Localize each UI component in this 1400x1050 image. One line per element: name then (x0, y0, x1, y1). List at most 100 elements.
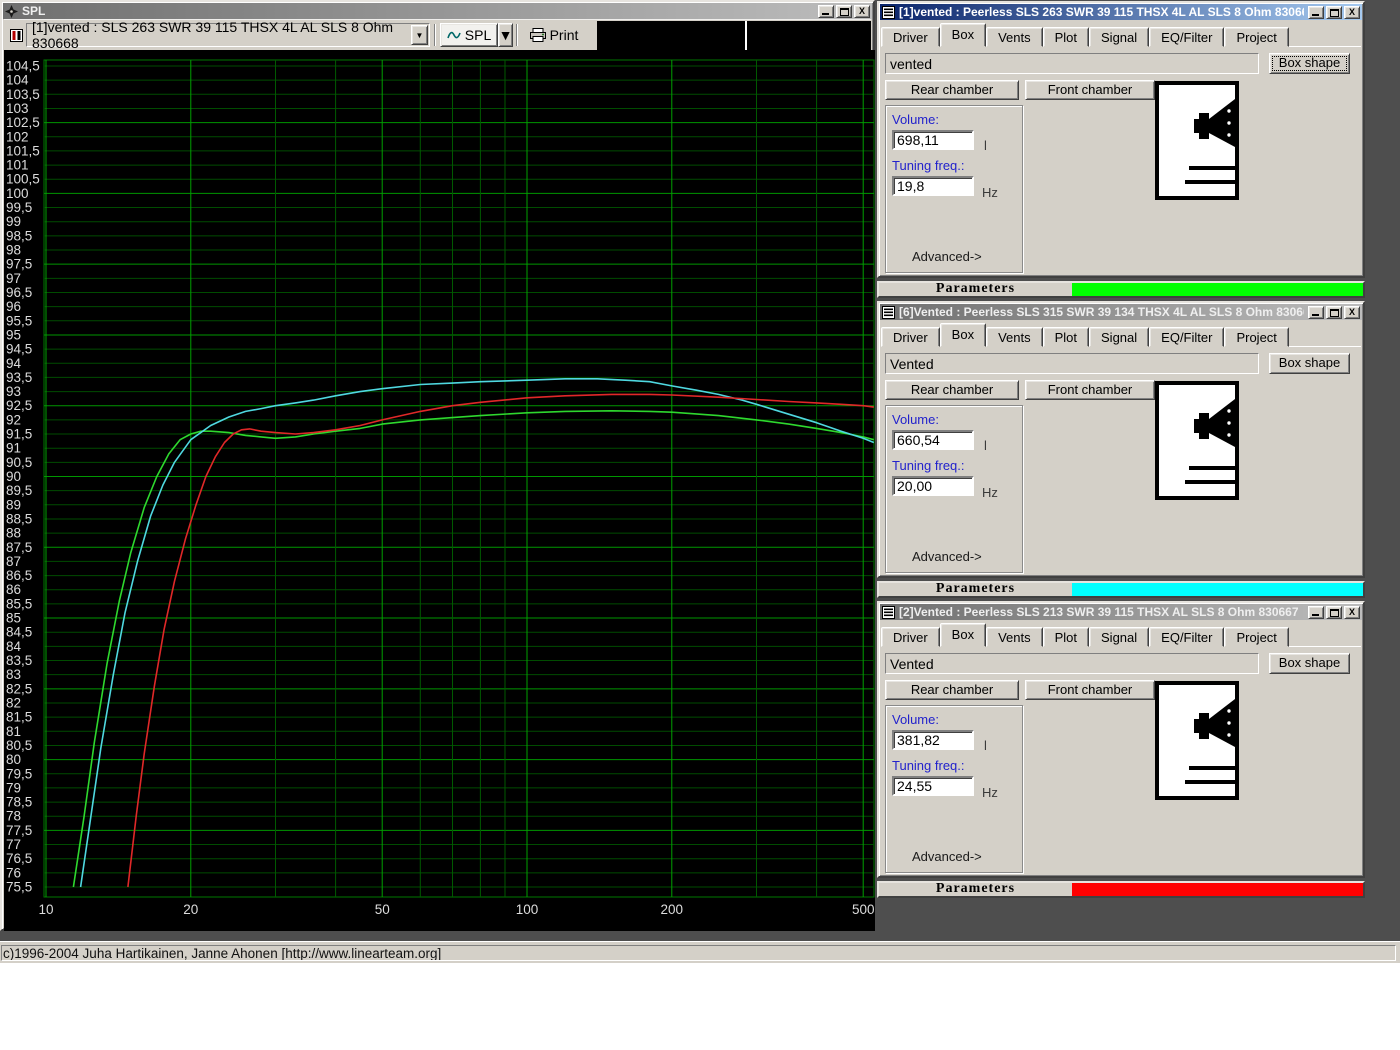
rear-chamber-tab[interactable]: Rear chamber (885, 380, 1019, 400)
minimize-icon[interactable] (1308, 305, 1324, 319)
tuning-freq-unit: Hz (982, 785, 998, 800)
close-icon[interactable]: X (854, 4, 870, 18)
svg-text:86,5: 86,5 (6, 568, 32, 583)
svg-text:88: 88 (6, 526, 21, 541)
front-chamber-tab[interactable]: Front chamber (1025, 380, 1155, 400)
svg-text:100: 100 (6, 186, 29, 201)
svg-text:90: 90 (6, 469, 21, 484)
svg-text:104: 104 (6, 73, 29, 88)
minimize-icon[interactable] (1308, 5, 1324, 19)
advanced-link[interactable]: Advanced-> (912, 249, 982, 264)
svg-text:95,5: 95,5 (6, 313, 32, 328)
tuning-freq-field[interactable] (892, 776, 974, 796)
volume-unit: l (984, 738, 987, 753)
svg-text:92: 92 (6, 412, 21, 427)
tab-eq-filter[interactable]: EQ/Filter (1149, 327, 1225, 347)
project-window-icon (882, 305, 895, 319)
volume-field[interactable] (892, 430, 974, 450)
project2-parameters-row[interactable]: Parameters (877, 581, 1365, 598)
chamber-parameters-group: Volume: l Tuning freq.: Hz Advanced-> (885, 705, 1023, 873)
project-window-3: [2]Vented : Peerless SLS 213 SWR 39 115 … (877, 601, 1365, 878)
spl-window-icon (5, 4, 18, 18)
spl-plot-type-button[interactable]: SPL (440, 23, 498, 47)
spl-plot-area: 104,5 104 103,5 103 102,5 102 101,5 101 100,5 100… (4, 50, 875, 931)
box-type-dropdown[interactable]: Vented (885, 353, 1259, 374)
tuning-freq-unit: Hz (982, 185, 998, 200)
close-icon[interactable]: X (1344, 5, 1360, 19)
spl-titlebar[interactable]: SPL X (3, 3, 872, 19)
rear-chamber-tab[interactable]: Rear chamber (885, 680, 1019, 700)
chevron-down-icon[interactable]: ▼ (411, 25, 428, 45)
svg-text:97,5: 97,5 (6, 257, 32, 272)
print-button[interactable]: Print (522, 23, 586, 47)
minimize-icon[interactable] (818, 4, 834, 18)
advanced-link[interactable]: Advanced-> (912, 849, 982, 864)
project-selector-dropdown[interactable]: [1]vented : SLS 263 SWR 39 115 THSX 4L A… (26, 19, 430, 51)
tab-driver[interactable]: Driver (881, 627, 940, 647)
svg-text:93: 93 (6, 384, 21, 399)
box-shape-button[interactable]: Box shape (1269, 53, 1350, 74)
tab-project[interactable]: Project (1224, 327, 1289, 347)
status-bar: c)1996-2004 Juha Hartikainen, Janne Ahon… (0, 941, 1400, 963)
project-window-2: [6]Vented : Peerless SLS 315 SWR 39 134 … (877, 301, 1365, 578)
rear-chamber-tab[interactable]: Rear chamber (885, 80, 1019, 100)
spl-plot-type-arrow[interactable]: ▼ (498, 23, 513, 47)
project3-parameters-row[interactable]: Parameters (877, 881, 1365, 898)
tab-driver[interactable]: Driver (881, 27, 940, 47)
svg-text:10: 10 (38, 902, 53, 917)
box-type-dropdown[interactable]: vented (885, 53, 1259, 74)
tab-signal[interactable]: Signal (1089, 327, 1150, 347)
project1-titlebar[interactable]: [1]vented : Peerless SLS 263 SWR 39 115 … (880, 4, 1362, 20)
restore-icon[interactable] (1326, 305, 1342, 319)
svg-text:91: 91 (6, 441, 21, 456)
tab-box[interactable]: Box (939, 623, 987, 647)
tab-box[interactable]: Box (939, 23, 987, 47)
tab-vents[interactable]: Vents (986, 627, 1043, 647)
advanced-link[interactable]: Advanced-> (912, 549, 982, 564)
tab-plot[interactable]: Plot (1042, 327, 1090, 347)
tab-plot[interactable]: Plot (1042, 27, 1090, 47)
volume-field[interactable] (892, 730, 974, 750)
tab-driver[interactable]: Driver (881, 327, 940, 347)
close-icon[interactable]: X (1344, 605, 1360, 619)
front-chamber-tab[interactable]: Front chamber (1025, 680, 1155, 700)
project1-parameters-row[interactable]: Parameters (877, 281, 1365, 298)
parameters-label: Parameters (935, 581, 1016, 596)
parameters-label: Parameters (935, 281, 1016, 296)
parameters-color-bar (1072, 283, 1363, 296)
project1-title: [1]vented : Peerless SLS 263 SWR 39 115 … (899, 5, 1304, 19)
tab-project[interactable]: Project (1224, 27, 1289, 47)
tab-box[interactable]: Box (939, 323, 987, 347)
project2-titlebar[interactable]: [6]Vented : Peerless SLS 315 SWR 39 134 … (880, 304, 1362, 320)
box-shape-button[interactable]: Box shape (1269, 653, 1350, 674)
tab-vents[interactable]: Vents (986, 327, 1043, 347)
svg-text:79,5: 79,5 (6, 766, 32, 781)
tab-signal[interactable]: Signal (1089, 627, 1150, 647)
close-icon[interactable]: X (1344, 305, 1360, 319)
chamber-parameters-group: Volume: l Tuning freq.: Hz Advanced-> (885, 105, 1023, 273)
tuning-freq-field[interactable] (892, 476, 974, 496)
toolbar-separator (516, 24, 518, 46)
tab-eq-filter[interactable]: EQ/Filter (1149, 627, 1225, 647)
minimize-icon[interactable] (1308, 605, 1324, 619)
box-type-dropdown[interactable]: Vented (885, 653, 1259, 674)
svg-text:84: 84 (6, 639, 22, 654)
tab-signal[interactable]: Signal (1089, 27, 1150, 47)
tab-project[interactable]: Project (1224, 627, 1289, 647)
svg-text:96,5: 96,5 (6, 285, 32, 300)
box-shape-button[interactable]: Box shape (1269, 353, 1350, 374)
restore-icon[interactable] (1326, 5, 1342, 19)
tab-plot[interactable]: Plot (1042, 627, 1090, 647)
maximize-icon[interactable] (836, 4, 852, 18)
svg-text:102: 102 (6, 129, 29, 144)
tuning-freq-field[interactable] (892, 176, 974, 196)
volume-field[interactable] (892, 130, 974, 150)
restore-icon[interactable] (1326, 605, 1342, 619)
project2-title: [6]Vented : Peerless SLS 315 SWR 39 134 … (899, 305, 1304, 319)
project3-titlebar[interactable]: [2]Vented : Peerless SLS 213 SWR 39 115 … (880, 604, 1362, 620)
tab-eq-filter[interactable]: EQ/Filter (1149, 27, 1225, 47)
front-chamber-tab[interactable]: Front chamber (1025, 80, 1155, 100)
project2-box-tab-content: Vented Box shape Rear chamber Front cham… (881, 346, 1361, 574)
tab-vents[interactable]: Vents (986, 27, 1043, 47)
svg-text:100: 100 (516, 902, 539, 917)
